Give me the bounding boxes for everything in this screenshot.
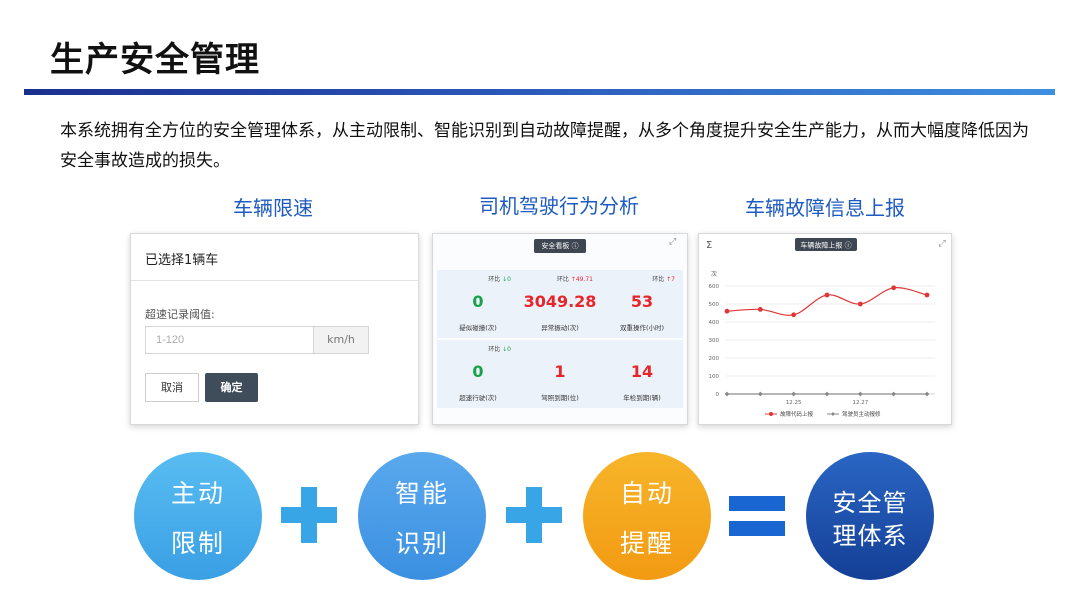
circle-safety-system: 安全管 理体系 — [806, 452, 934, 580]
circle-active-limit-line1: 主动 — [170, 479, 225, 508]
equals-icon — [729, 496, 785, 511]
dashboard-cell: 环比 ↑7 53 双重操作(小时) — [601, 270, 683, 338]
data-point — [791, 391, 797, 397]
chart-tag-label: 车辆故障上报 ⓘ — [800, 241, 851, 250]
equals-icon-lower — [729, 521, 785, 536]
plus-icon-vertical — [301, 487, 317, 543]
legend-label: 故障代码上报 — [780, 410, 814, 418]
circle-active-limit: 主动 限制 — [134, 452, 262, 580]
title-underline — [24, 89, 1055, 95]
metric-caption: 驾照到期(位) — [541, 394, 579, 402]
data-point — [757, 391, 763, 397]
page-title: 生产安全管理 — [50, 40, 260, 80]
circle-auto-reminder: 自动 提醒 — [583, 452, 711, 580]
compare-change: 49.71 — [575, 276, 593, 283]
data-point — [824, 391, 830, 397]
expand-icon[interactable]: ⤢ — [669, 237, 676, 247]
data-point — [724, 308, 730, 314]
circle-auto-reminder-line2: 提醒 — [619, 529, 674, 558]
data-point — [857, 391, 863, 397]
dashboard-cell: 环比 ↑49.71 3049.28 异常振动(次) — [519, 270, 601, 338]
metric-caption: 疑似碰撞(次) — [459, 324, 497, 332]
expand-icon: ⤢ — [937, 239, 945, 249]
period-compare: 环比 ↑7 — [652, 274, 675, 283]
data-point — [724, 391, 730, 397]
section-title-fault-report: 车辆故障信息上报 — [745, 196, 905, 220]
x-tick-label: 12.27 — [852, 400, 868, 406]
period-compare: 环比 ↑49.71 — [557, 274, 593, 283]
circle-smart-recognition: 智能 识别 — [358, 452, 486, 580]
data-point — [824, 292, 830, 298]
metric-caption: 异常振动(次) — [541, 324, 579, 332]
selected-vehicle-count: 已选择1辆车 — [145, 253, 219, 268]
data-point — [757, 307, 763, 312]
cancel-button[interactable]: 取消 — [145, 373, 199, 402]
threshold-label: 超速记录阈值: — [145, 308, 215, 321]
metric-value: 0 — [472, 292, 484, 311]
circle-auto-reminder-line1: 自动 — [619, 479, 674, 508]
y-tick-label: 600 — [709, 284, 720, 290]
x-tick-label: 12.25 — [786, 400, 802, 406]
dashboard-tag: 安全看板 ⓘ — [534, 239, 586, 253]
y-tick-label: 200 — [709, 356, 720, 362]
compare-label: 环比 — [488, 346, 503, 353]
legend-marker — [769, 412, 773, 416]
dashboard-cell: 环比 ↓0 0 超速行驶(次) — [437, 340, 519, 408]
period-compare: 环比 ↓0 — [488, 344, 511, 353]
section-title-driver-behavior: 司机驾驶行为分析 — [479, 194, 639, 218]
circle-active-limit-line2: 限制 — [170, 529, 225, 558]
data-point — [791, 312, 797, 318]
dashboard-cell: 环比 ↓0 0 疑似碰撞(次) — [437, 270, 519, 338]
compare-change: 0 — [507, 346, 511, 353]
metric-value: 14 — [630, 362, 654, 381]
speed-limit-panel: 已选择1辆车 超速记录阈值: 1-120 km/h 取消 确定 — [130, 233, 419, 425]
panel-divider — [131, 280, 418, 281]
data-point — [891, 285, 897, 291]
compare-label: 环比 — [652, 276, 667, 283]
confirm-button[interactable]: 确定 — [205, 373, 258, 402]
metric-value: 0 — [472, 362, 484, 381]
dashboard-cell: 1 驾照到期(位) — [519, 340, 601, 408]
data-point — [857, 301, 863, 307]
compare-change: 0 — [507, 276, 511, 283]
metric-caption: 超速行驶(次) — [459, 394, 497, 402]
y-tick-label: 400 — [709, 320, 720, 326]
circle-smart-recognition-line2: 识别 — [394, 529, 449, 558]
intro-paragraph: 本系统拥有全方位的安全管理体系，从主动限制、智能识别到自动故障提醒，从多个角度提… — [60, 121, 1029, 171]
legend-label: 驾驶员主动报修 — [842, 410, 881, 418]
unit-addon: km/h — [313, 326, 369, 354]
metric-caption: 双重操作(小时) — [619, 324, 665, 332]
speed-threshold-input[interactable]: 1-120 — [145, 326, 313, 354]
compare-change: 7 — [671, 276, 675, 283]
metric-caption: 年检到期(辆) — [623, 394, 661, 402]
compare-label: 环比 — [488, 276, 503, 283]
compare-label: 环比 — [556, 276, 571, 283]
section-title-speed-limit: 车辆限速 — [233, 196, 313, 220]
safety-dashboard-panel: 安全看板 ⓘ ⤢ 环比 ↓0 0 疑似碰撞(次) 环比 ↑49.71 3049.28 异常… — [432, 233, 688, 425]
y-tick-label: 500 — [709, 302, 720, 308]
data-point — [891, 391, 897, 397]
y-axis-unit: 次 — [711, 270, 717, 278]
dashboard-cell: 14 年检到期(辆) — [601, 340, 683, 408]
y-tick-label: 300 — [709, 338, 720, 344]
y-tick-label: 0 — [716, 392, 720, 398]
circle-safety-system-line1: 安全管 — [832, 489, 908, 517]
circle-smart-recognition-line1: 智能 — [394, 479, 449, 508]
legend-marker — [831, 412, 835, 416]
sigma-icon: Σ — [706, 240, 712, 251]
data-point — [924, 391, 930, 397]
data-point — [924, 292, 930, 298]
fault-report-panel: Σ 车辆故障上报 ⓘ ⤢ 次 0 100 200 300 400 500 600 12.25 12.27… — [698, 233, 952, 425]
series-line-1 — [726, 287, 928, 316]
fault-line-chart: Σ 车辆故障上报 ⓘ ⤢ 次 0 100 200 300 400 500 600 12.25 12.27… — [706, 238, 946, 418]
period-compare: 环比 ↓0 — [488, 274, 511, 283]
metric-value: 53 — [630, 292, 654, 311]
metric-value: 3049.28 — [523, 292, 597, 311]
metric-value: 1 — [554, 362, 566, 381]
circle-safety-system-line2: 理体系 — [832, 522, 908, 550]
plus-icon-vertical — [526, 487, 542, 543]
y-tick-label: 100 — [709, 374, 720, 380]
